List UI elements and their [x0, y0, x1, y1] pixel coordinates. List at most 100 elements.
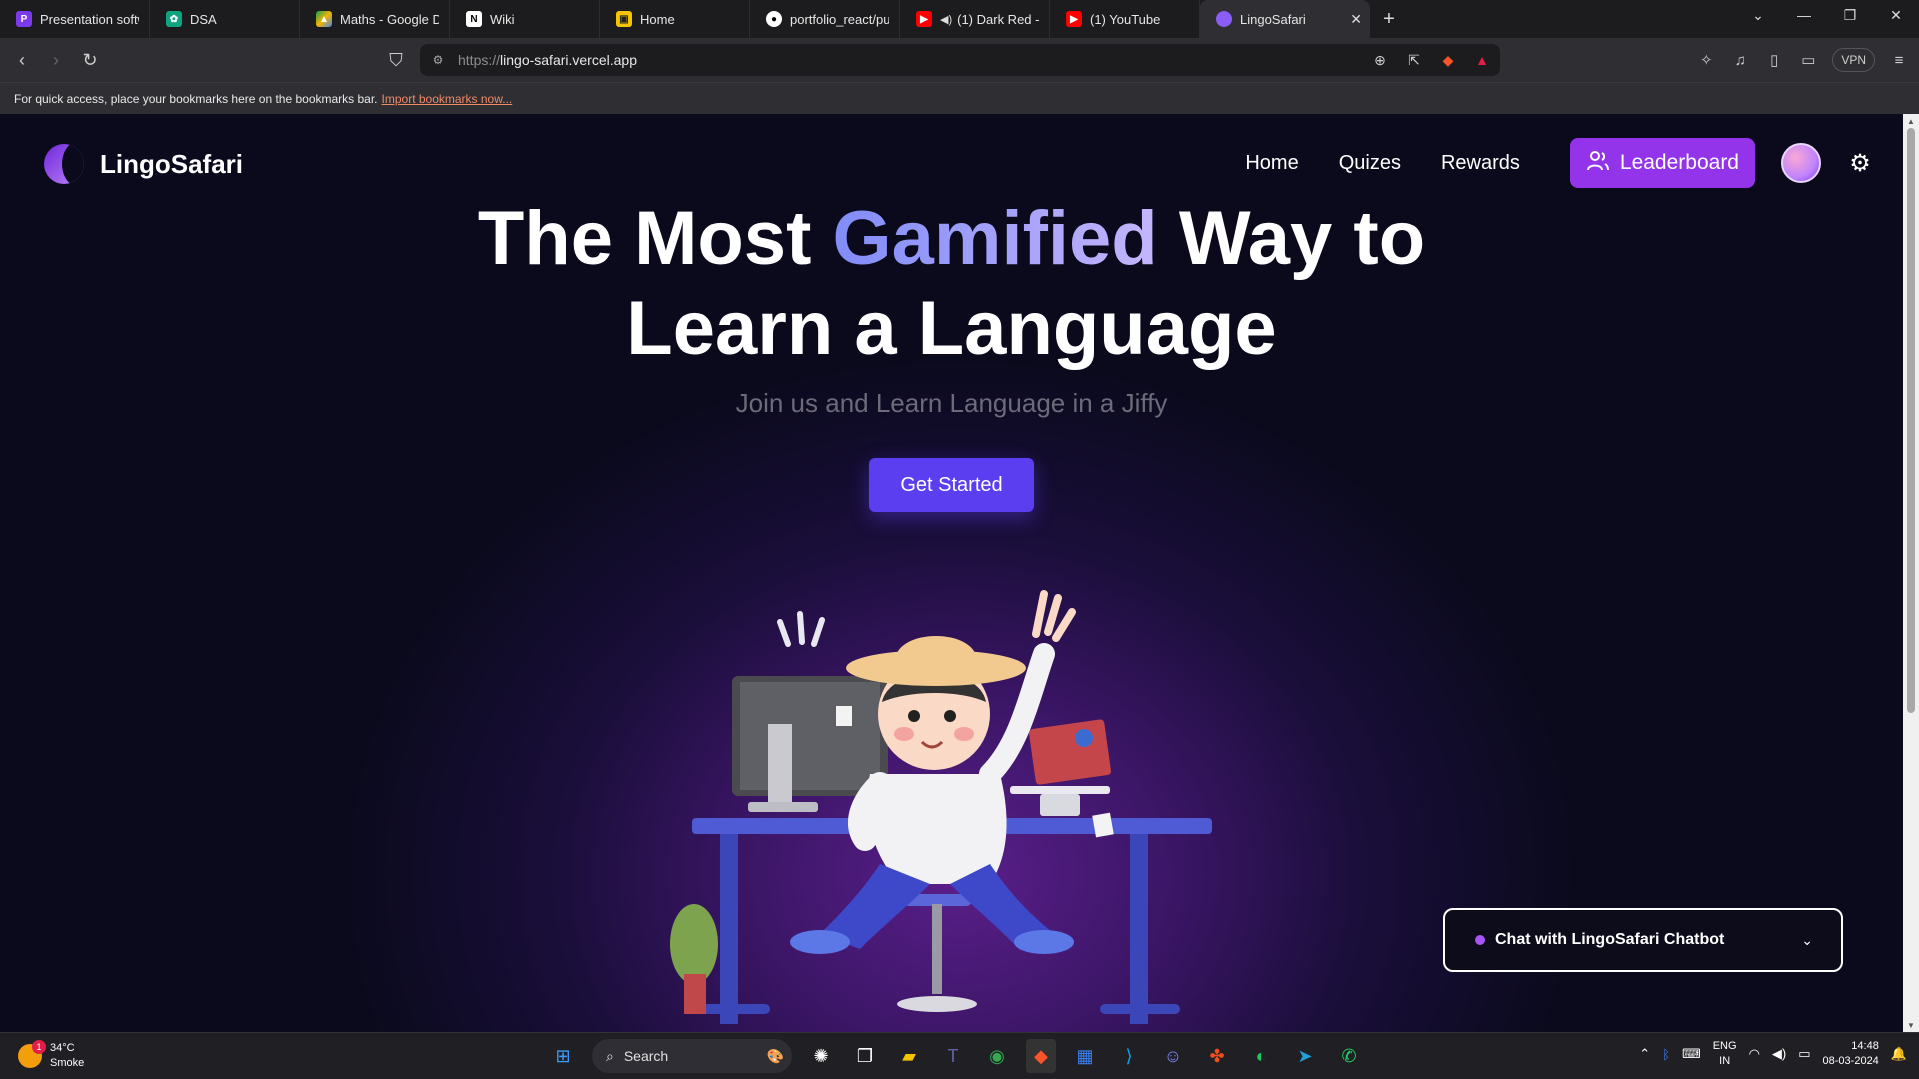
tab-youtube[interactable]: ▶ (1) YouTube — [1050, 0, 1200, 38]
tray-overflow-icon[interactable]: ⌃ — [1639, 1046, 1650, 1062]
weather-widget[interactable]: 34°C Smoke — [18, 1040, 84, 1071]
bookmark-icon[interactable]: ⛉ — [384, 48, 408, 72]
new-tab-button[interactable]: + — [1370, 0, 1408, 38]
logo-icon — [44, 144, 84, 184]
vpn-button[interactable]: VPN — [1832, 48, 1875, 72]
github-icon: ● — [766, 11, 782, 27]
address-bar[interactable]: ⚙ https://lingo-safari.vercel.app ⊕ ⇱ ◆ … — [420, 44, 1500, 76]
google-drive-icon: ▲ — [316, 11, 332, 27]
brand-name: LingoSafari — [100, 148, 244, 179]
home-app-icon: ▣ — [616, 11, 632, 27]
menu-icon[interactable]: ≡ — [1889, 48, 1909, 72]
import-bookmarks-link[interactable]: Import bookmarks now... — [382, 92, 513, 106]
tab-presentation[interactable]: P Presentation software for — [0, 0, 150, 38]
bluetooth-icon[interactable]: ᛒ — [1662, 1047, 1670, 1062]
page-scrollbar[interactable]: ▲ ▼ — [1903, 114, 1919, 1032]
hero-subtitle: Join us and Learn Language in a Jiffy — [735, 388, 1168, 418]
tab-title: (1) YouTube — [1090, 11, 1161, 27]
avatar[interactable] — [1781, 143, 1821, 183]
zoom-icon[interactable]: ⊕ — [1370, 50, 1390, 70]
keyboard-icon[interactable]: ⌨ — [1682, 1046, 1701, 1062]
browser-tab-strip: P Presentation software for ✿ DSA ▲ Math… — [0, 0, 1919, 38]
leaderboard-button[interactable]: Leaderboard — [1569, 138, 1755, 188]
file-explorer-icon[interactable]: ▰ — [894, 1039, 924, 1073]
brave-rewards-icon[interactable]: ▲ — [1472, 50, 1492, 70]
extensions-icon[interactable]: ✧ — [1696, 48, 1716, 72]
wallet-icon[interactable]: ▭ — [1798, 48, 1818, 72]
tab-search-chevron-icon[interactable]: ⌄ — [1735, 0, 1781, 30]
discord-icon[interactable]: ☺ — [1158, 1039, 1188, 1073]
scroll-down-icon[interactable]: ▼ — [1903, 1018, 1919, 1032]
tab-title: Wiki — [490, 11, 515, 27]
chatgpt-icon: ✿ — [166, 11, 182, 27]
hero-line-1: The Most Gamified Way to — [477, 196, 1426, 281]
microsoft-store-icon[interactable]: ▦ — [1070, 1039, 1100, 1073]
chatbot-widget[interactable]: Chat with LingoSafari Chatbot ⌄ — [1443, 908, 1843, 972]
back-arrow-icon[interactable]: ‹ — [10, 48, 34, 72]
hero-highlight: Gamified — [832, 196, 1158, 281]
edge-icon[interactable]: ◐ — [1246, 1039, 1276, 1073]
minimize-button[interactable]: — — [1781, 0, 1827, 30]
tab-lingosafari[interactable]: LingoSafari ✕ — [1200, 0, 1370, 38]
copilot-icon[interactable]: ✺ — [806, 1039, 836, 1073]
close-window-button[interactable]: ✕ — [1873, 0, 1919, 30]
share-icon[interactable]: ⇱ — [1404, 50, 1424, 70]
media-icon[interactable]: ♫ — [1730, 48, 1750, 72]
close-tab-icon[interactable]: ✕ — [1350, 11, 1362, 28]
pitch-icon: P — [16, 11, 32, 27]
webpage: LingoSafari Home Quizes Rewards Leaderbo… — [0, 114, 1903, 1032]
tab-wiki[interactable]: N Wiki — [450, 0, 600, 38]
windows-start-icon[interactable]: ⊞ — [548, 1039, 578, 1073]
telegram-icon[interactable]: ➤ — [1290, 1039, 1320, 1073]
reload-icon[interactable]: ↻ — [78, 48, 102, 72]
tab-title: Presentation software for — [40, 11, 139, 27]
chrome-icon[interactable]: ◉ — [982, 1039, 1012, 1073]
scroll-up-icon[interactable]: ▲ — [1903, 114, 1919, 128]
battery-icon[interactable]: ▭ — [1798, 1046, 1810, 1062]
notification-bell-icon[interactable]: 🔔 — [1891, 1046, 1907, 1062]
task-view-icon[interactable]: ❐ — [850, 1039, 880, 1073]
hero-illustration — [670, 590, 1212, 1024]
tab-home[interactable]: ▣ Home — [600, 0, 750, 38]
taskbar-search[interactable]: ⌕ Search 🎨 — [592, 1039, 792, 1073]
tab-title: LingoSafari — [1240, 11, 1306, 27]
wifi-icon[interactable]: ◠ — [1749, 1046, 1760, 1062]
sidebar-icon[interactable]: ▯ — [1764, 48, 1784, 72]
nav-home[interactable]: Home — [1245, 152, 1298, 175]
tab-title: Home — [640, 11, 675, 27]
nav-quizes[interactable]: Quizes — [1339, 152, 1401, 175]
url-text[interactable]: https://lingo-safari.vercel.app — [458, 52, 637, 68]
get-started-button[interactable]: Get Started — [869, 458, 1034, 512]
search-highlight-icon: 🎨 — [766, 1047, 784, 1064]
system-tray: ⌃ ᛒ ⌨ ENG IN ◠ ◀) ▭ 14:48 08-03-2024 🔔 — [1639, 1039, 1907, 1069]
language-indicator[interactable]: ENG IN — [1713, 1039, 1737, 1069]
tab-youtube-dark-red[interactable]: ▶ ◀) (1) Dark Red - YouTub — [900, 0, 1050, 38]
brand[interactable]: LingoSafari — [44, 144, 243, 184]
tab-dsa[interactable]: ✿ DSA — [150, 0, 300, 38]
tab-title: DSA — [190, 11, 217, 27]
speaker-icon[interactable]: ◀) — [940, 13, 952, 26]
nav-rewards[interactable]: Rewards — [1441, 152, 1520, 175]
brave-shields-icon[interactable]: ◆ — [1438, 50, 1458, 70]
figma-icon[interactable]: ✤ — [1202, 1039, 1232, 1073]
search-icon: ⌕ — [606, 1047, 614, 1064]
chevron-down-icon[interactable]: ⌄ — [1801, 932, 1813, 949]
vscode-icon[interactable]: ⟩ — [1114, 1039, 1144, 1073]
site-settings-icon[interactable]: ⚙ — [430, 52, 446, 68]
gear-icon[interactable]: ⚙ — [1847, 150, 1873, 177]
teams-icon[interactable]: T — [938, 1039, 968, 1073]
windows-taskbar: 34°C Smoke ⊞ ⌕ Search 🎨 ✺ ❐ ▰ T ◉ ◆ ▦ ⟩ … — [0, 1032, 1919, 1079]
whatsapp-icon[interactable]: ✆ — [1334, 1039, 1364, 1073]
youtube-icon: ▶ — [1066, 11, 1082, 27]
restore-button[interactable]: ❐ — [1827, 0, 1873, 30]
clock[interactable]: 14:48 08-03-2024 — [1823, 1039, 1879, 1069]
bookmarks-hint: For quick access, place your bookmarks h… — [14, 91, 378, 106]
scrollbar-thumb[interactable] — [1907, 128, 1915, 713]
tab-google-drive[interactable]: ▲ Maths - Google Drive — [300, 0, 450, 38]
forward-arrow-icon[interactable]: › — [44, 48, 68, 72]
tab-github[interactable]: ● portfolio_react/public at m — [750, 0, 900, 38]
main-nav: Home Quizes Rewards Leaderboard ⚙ — [1205, 138, 1873, 188]
volume-icon[interactable]: ◀) — [1772, 1046, 1786, 1062]
brave-icon[interactable]: ◆ — [1026, 1039, 1056, 1073]
clock-time: 14:48 — [1851, 1040, 1879, 1052]
